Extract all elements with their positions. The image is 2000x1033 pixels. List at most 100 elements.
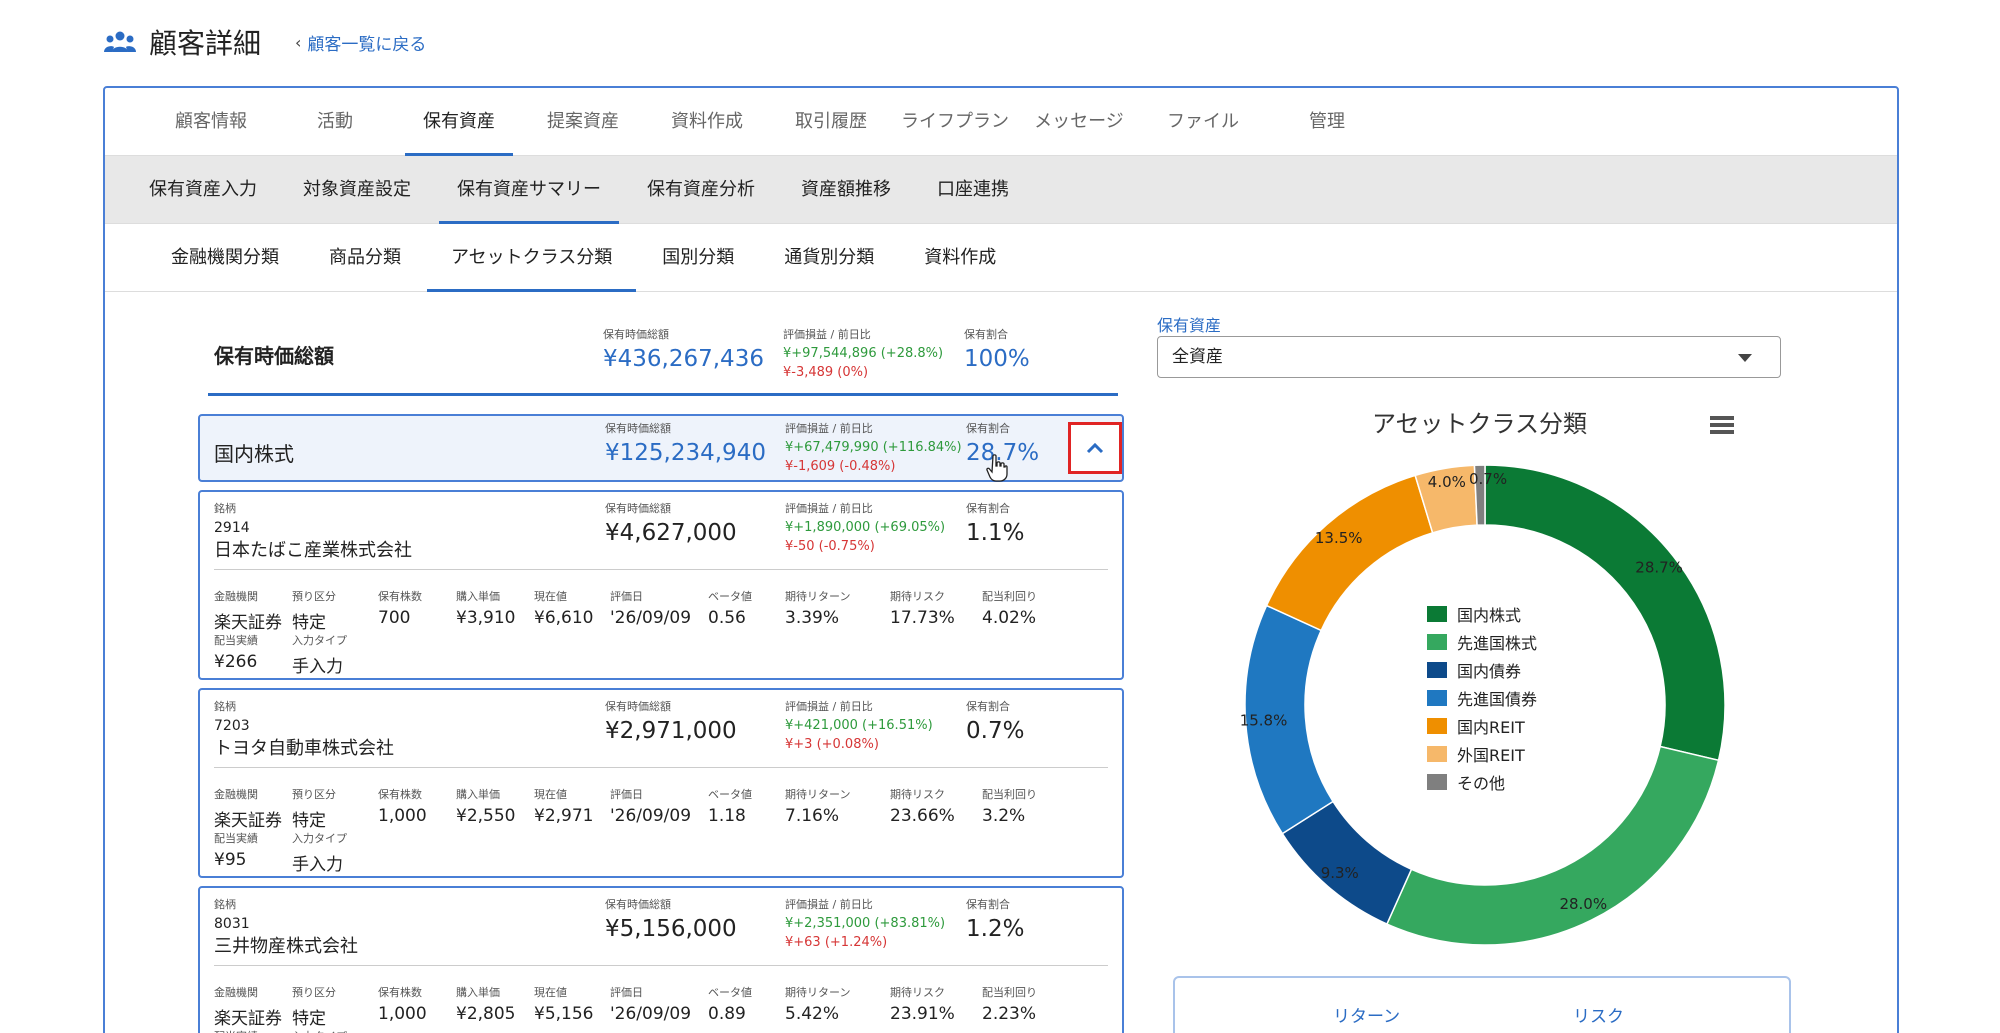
chart-menu-icon[interactable] (1710, 415, 1734, 435)
tab-label: 提案資産 (547, 110, 619, 132)
detail-input: 入力タイプ (292, 1028, 347, 1033)
tab-label: ライフプラン (901, 110, 1009, 132)
tab-files[interactable]: ファイル (1141, 88, 1265, 156)
tab-return[interactable]: リターン (1333, 1002, 1400, 1027)
chevron-left-icon: ‹ (295, 32, 302, 52)
slice-label: 4.0% (1428, 473, 1466, 491)
tab-label: 資料作成 (671, 110, 743, 132)
legend-item[interactable]: その他 (1427, 768, 1537, 796)
page-title: 顧客詳細 (149, 27, 262, 60)
summary-pl: ¥+97,544,896 (+28.8%) (783, 346, 944, 361)
users-icon (104, 31, 136, 52)
detail-acct: 預り区分 特定 (292, 984, 336, 1029)
legend-label: 外国REIT (1457, 746, 1525, 765)
legend-swatch (1427, 634, 1447, 650)
subtab-target-assets[interactable]: 対象資産設定 (303, 156, 411, 224)
legend-item[interactable]: 先進国債券 (1427, 684, 1537, 712)
back-link[interactable]: ‹ 顧客一覧に戻る (295, 30, 426, 55)
stock-ratio-col: 保有割合 0.7% (966, 698, 1024, 744)
collapse-button[interactable] (1068, 422, 1122, 474)
label: 期待リスク (890, 788, 945, 801)
label: 預り区分 (292, 788, 336, 801)
divider (214, 965, 1108, 966)
subtab-holdings-summary[interactable]: 保有資産サマリー (439, 156, 619, 224)
dropdown-arrow-icon (1738, 354, 1752, 362)
tab-holdings[interactable]: 保有資産 (397, 88, 521, 156)
label: 評価損益 / 前日比 (785, 700, 873, 713)
tab-label: 活動 (317, 110, 353, 132)
donut-slice[interactable] (1265, 474, 1434, 632)
summary-day-change: ¥-3,489 (0%) (783, 365, 869, 380)
classtab-currency[interactable]: 通貨別分類 (784, 224, 874, 292)
detail-cur: 現在値 ¥2,971 (534, 786, 593, 826)
tab-proposed-assets[interactable]: 提案資産 (521, 88, 645, 156)
label: 入力タイプ (292, 634, 347, 647)
legend-swatch (1427, 606, 1447, 622)
detail-inst: 金融機関 楽天証券 (214, 588, 282, 633)
tab-life-plan[interactable]: ライフプラン (893, 88, 1017, 156)
classtab-product[interactable]: 商品分類 (329, 224, 401, 292)
subtab-holdings-input[interactable]: 保有資産入力 (149, 156, 257, 224)
legend-label: 国内REIT (1457, 718, 1525, 737)
stock-card[interactable]: 銘柄 7203 トヨタ自動車株式会社 保有時価総額 ¥2,971,000 評価損… (198, 688, 1124, 878)
legend-item[interactable]: 国内債券 (1427, 656, 1537, 684)
subtab-holdings-analysis[interactable]: 保有資産分析 (647, 156, 755, 224)
select-value: 全資産 (1172, 347, 1223, 367)
label: 購入単価 (456, 788, 500, 801)
legend-item[interactable]: 国内REIT (1427, 712, 1537, 740)
tab-activity[interactable]: 活動 (273, 88, 397, 156)
tab-customer-info[interactable]: 顧客情報 (149, 88, 273, 156)
detail-value: '26/09/09 (610, 608, 692, 628)
legend-item[interactable]: 先進国株式 (1427, 628, 1537, 656)
detail-inst: 金融機関 楽天証券 (214, 984, 282, 1029)
detail-inst: 金融機関 楽天証券 (214, 786, 282, 831)
stock-code: 8031 (214, 916, 250, 932)
label: 購入単価 (456, 590, 500, 603)
detail-value: ¥2,805 (456, 1004, 516, 1024)
detail-value: ¥2,550 (456, 806, 516, 826)
label: 保有時価総額 (605, 422, 671, 435)
detail-value: 1,000 (378, 806, 427, 826)
detail-value: 3.39% (785, 608, 840, 628)
detail-value: '26/09/09 (610, 806, 692, 826)
tab-risk[interactable]: リスク (1573, 1002, 1624, 1027)
detail-value: ¥3,910 (456, 608, 516, 628)
stock-name: トヨタ自動車株式会社 (214, 738, 394, 759)
detail-value: 17.73% (890, 608, 955, 628)
legend-item[interactable]: 外国REIT (1427, 740, 1537, 768)
stock-name: 日本たばこ産業株式会社 (214, 540, 412, 561)
subtab-account-link[interactable]: 口座連携 (937, 156, 1009, 224)
stock-ratio: 0.7% (966, 718, 1025, 744)
stock-ratio-col: 保有割合 1.1% (966, 500, 1024, 546)
tab-admin[interactable]: 管理 (1265, 88, 1389, 156)
stock-card[interactable]: 銘柄 2914 日本たばこ産業株式会社 保有時価総額 ¥4,627,000 評価… (198, 490, 1124, 680)
stock-card[interactable]: 銘柄 8031 三井物産株式会社 保有時価総額 ¥5,156,000 評価損益 … (198, 886, 1124, 1033)
return-risk-panel: リターン リスク (1173, 976, 1791, 1033)
classtab-institution[interactable]: 金融機関分類 (171, 224, 279, 292)
label: 評価損益 / 前日比 (785, 422, 873, 435)
legend-item[interactable]: 国内株式 (1427, 600, 1537, 628)
detail-value: ¥2,971 (534, 806, 594, 826)
detail-input: 入力タイプ 手入力 (292, 632, 347, 677)
stock-value: ¥2,971,000 (605, 718, 737, 744)
detail-value: '26/09/09 (610, 1004, 692, 1024)
detail-value: 4.02% (982, 608, 1037, 628)
slice-label: 9.3% (1321, 864, 1359, 882)
detail-value: 0.89 (708, 1004, 746, 1024)
stock-pl-col: 評価損益 / 前日比 ¥+2,351,000 (+83.81%) ¥+63 (+… (785, 896, 945, 950)
label: 保有株数 (378, 986, 422, 999)
label: 入力タイプ (292, 832, 347, 845)
classtab-asset-class[interactable]: アセットクラス分類 (426, 224, 637, 292)
label: 金融機関 (214, 788, 258, 801)
stock-brand-col: 銘柄 8031 三井物産株式会社 (214, 896, 358, 958)
tab-documents[interactable]: 資料作成 (645, 88, 769, 156)
asset-value: ¥125,234,940 (605, 440, 766, 466)
classtab-documents[interactable]: 資料作成 (924, 224, 996, 292)
stock-ratio: 1.1% (966, 520, 1025, 546)
tab-transactions[interactable]: 取引履歴 (769, 88, 893, 156)
asset-select[interactable]: 全資産 (1157, 336, 1781, 378)
subtab-asset-trend[interactable]: 資産額推移 (801, 156, 891, 224)
tab-messages[interactable]: メッセージ (1017, 88, 1141, 156)
classtab-country[interactable]: 国別分類 (662, 224, 734, 292)
detail-value: 23.91% (890, 1004, 955, 1024)
